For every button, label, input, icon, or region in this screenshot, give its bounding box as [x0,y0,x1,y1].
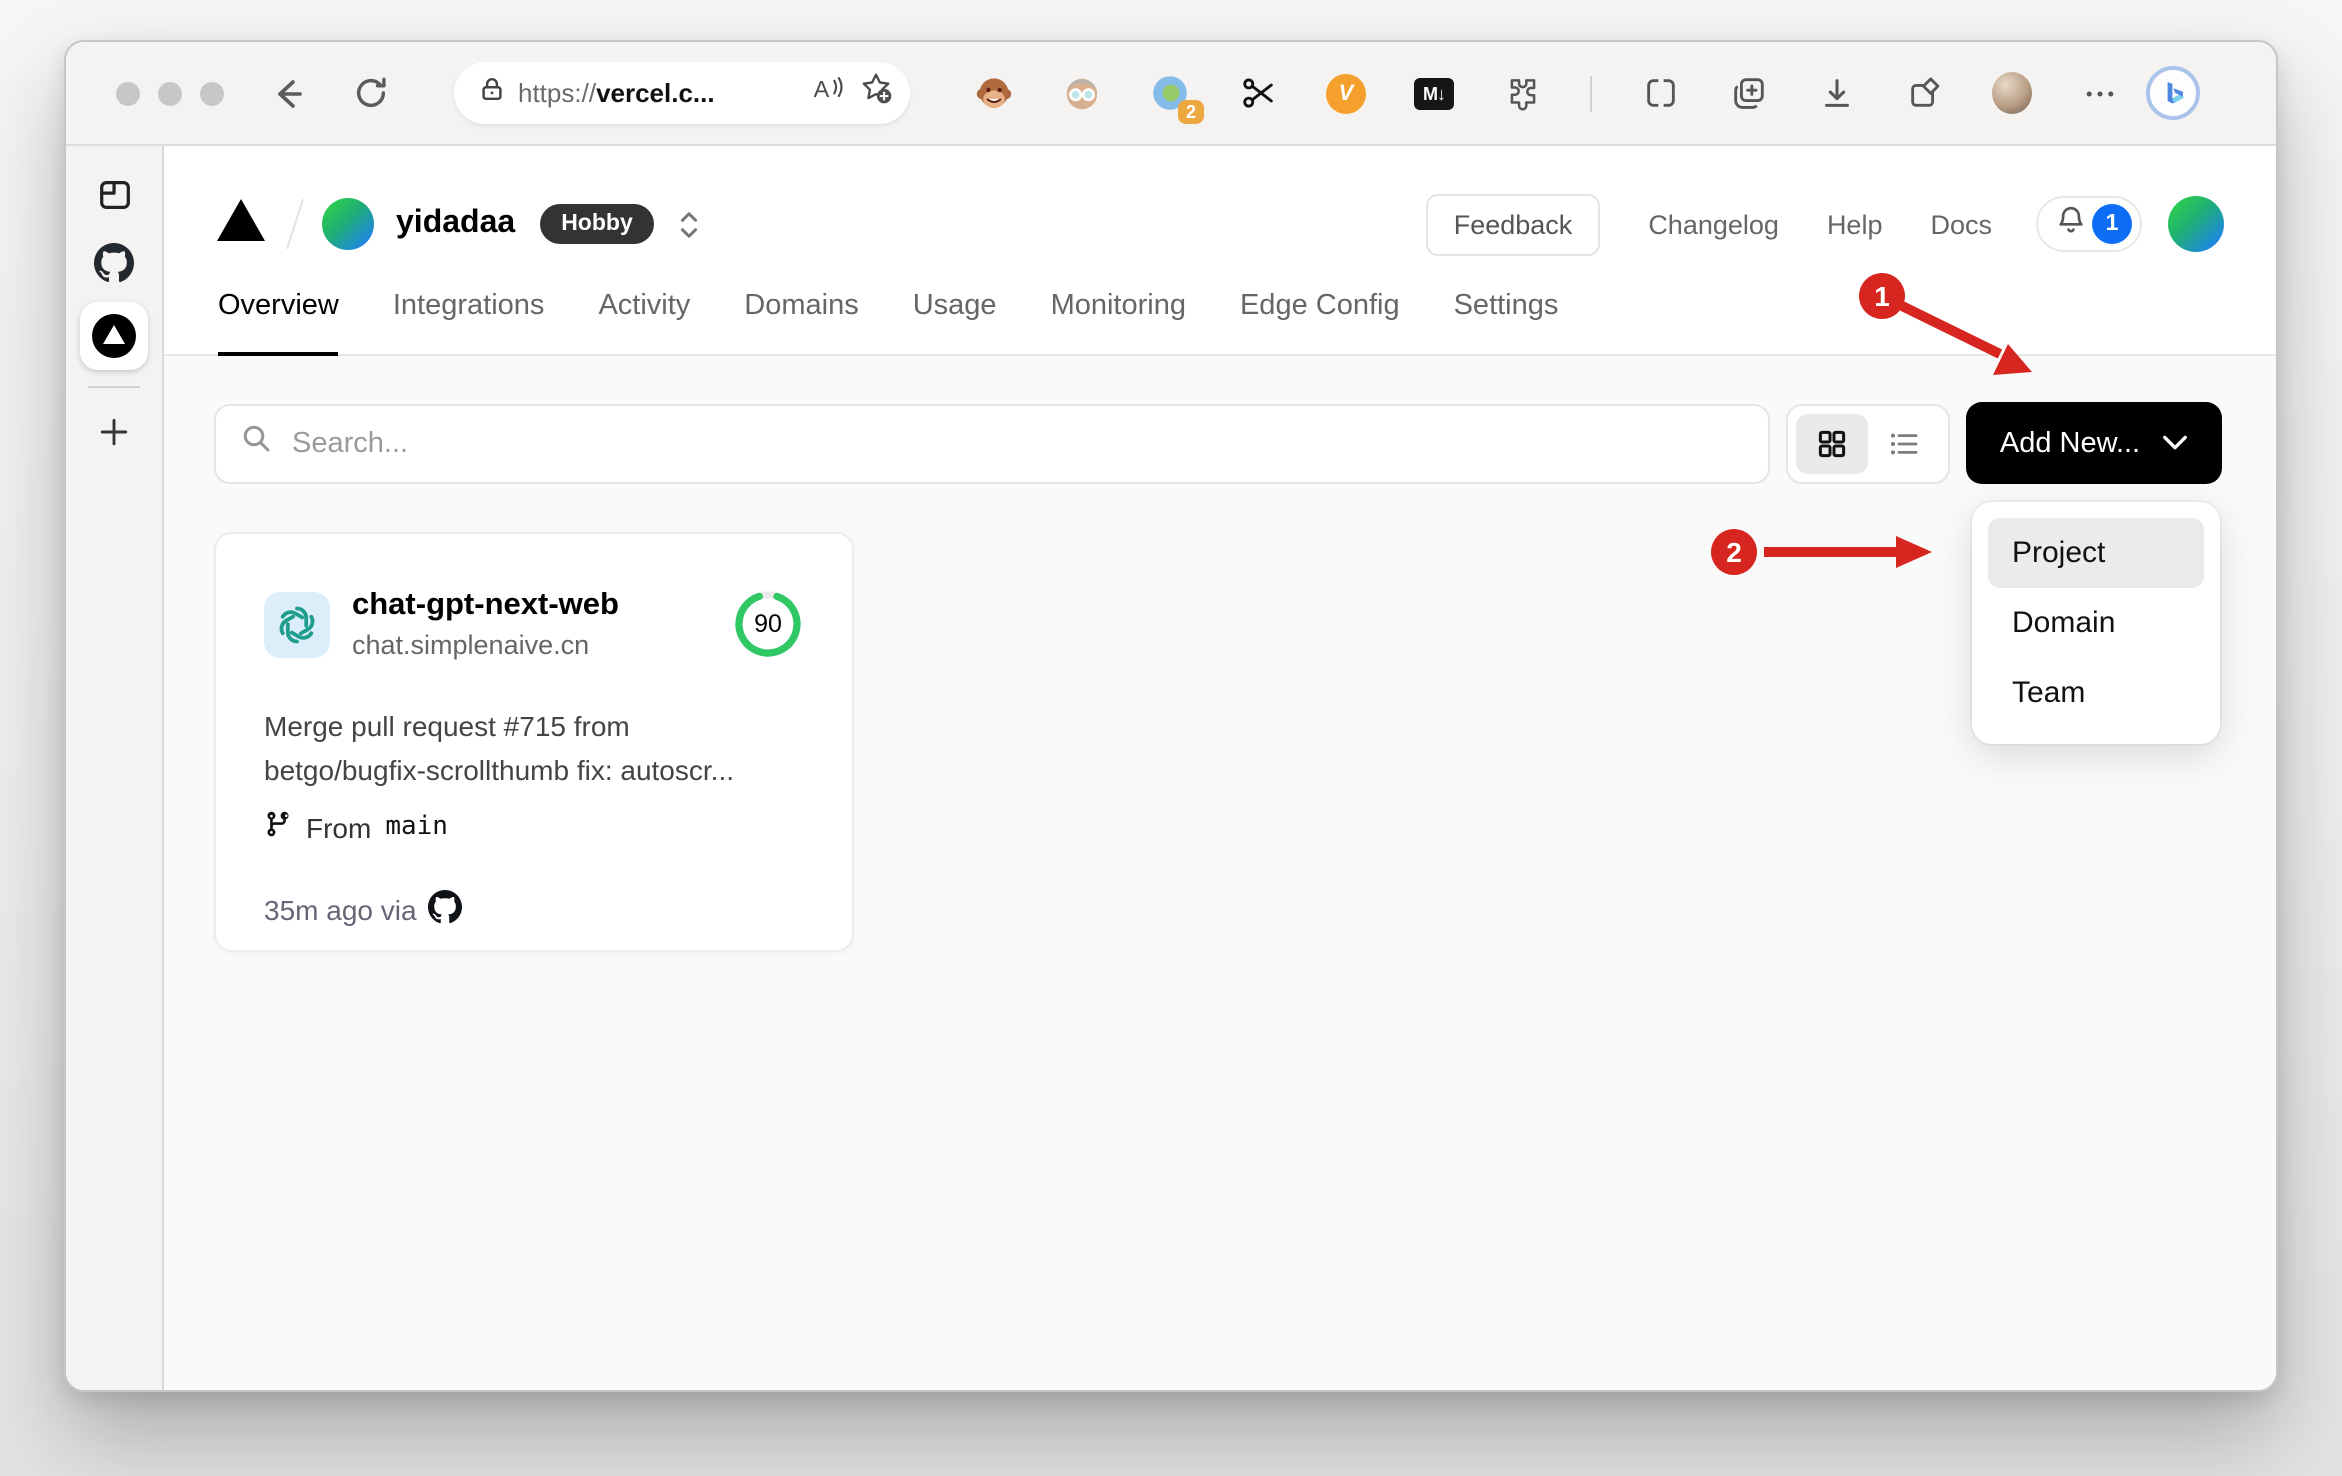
collections-icon[interactable] [1904,73,1944,113]
git-branch-icon [264,810,292,844]
dashboard-tabs: Overview Integrations Activity Domains U… [164,278,2276,356]
tab-integrations[interactable]: Integrations [393,278,545,356]
extensions-puzzle-icon[interactable] [1502,73,1542,113]
add-new-menu: Project Domain Team [1972,502,2220,744]
minimize-window-button[interactable] [158,81,182,105]
markdown-extension-icon[interactable]: M↓ [1414,73,1454,113]
scissors-extension-icon[interactable] [1238,73,1278,113]
project-name[interactable]: chat-gpt-next-web [352,588,619,624]
tab-domains[interactable]: Domains [744,278,858,356]
search-box [214,403,1770,483]
copy-add-icon[interactable] [1728,73,1768,113]
breadcrumb-slash [286,198,304,250]
view-toggle [1786,403,1950,483]
feedback-button[interactable]: Feedback [1425,193,1601,255]
chevron-down-icon [2162,427,2188,459]
controls-row: Add New... [214,402,2222,484]
new-tab-button[interactable] [94,412,134,452]
window-controls [116,81,224,105]
commit-message[interactable]: Merge pull request #715 from betgo/bugfi… [264,704,804,792]
deploy-row: 35m ago via [264,890,804,930]
vercel-dashboard: yidadaa Hobby Feedback Changelog Help Do… [164,146,2276,1390]
person-glasses-extension-icon[interactable] [1062,73,1102,113]
notification-count-badge: 1 [2092,204,2132,244]
back-button[interactable] [268,73,308,113]
downloads-icon[interactable] [1816,73,1856,113]
close-window-button[interactable] [116,81,140,105]
user-avatar[interactable] [2168,196,2224,252]
team-avatar[interactable] [322,198,374,250]
v-extension-icon[interactable]: V [1326,73,1366,113]
list-view-button[interactable] [1868,413,1940,473]
branch-name[interactable]: main [385,812,448,842]
menu-item-domain[interactable]: Domain [1988,588,2204,658]
search-icon [240,422,272,464]
add-new-button[interactable]: Add New... [1966,402,2222,484]
team-name[interactable]: yidadaa [396,206,515,242]
address-bar[interactable]: https://vercel.c... A [454,62,910,124]
plan-badge: Hobby [539,204,655,244]
notifications-button[interactable]: 1 [2036,196,2142,252]
profile-avatar[interactable] [1992,72,2032,114]
menu-item-project[interactable]: Project [1988,518,2204,588]
deploy-time: 35m ago via [264,894,417,926]
logo-row: yidadaa Hobby Feedback Changelog Help Do… [164,146,2276,278]
project-domain[interactable]: chat.simplenaive.cn [352,630,619,660]
changelog-link[interactable]: Changelog [1648,209,1779,239]
lock-icon [478,73,506,113]
badge-extension-icon[interactable]: 2 [1150,73,1204,123]
bing-chat-icon[interactable] [2146,66,2200,120]
add-favorite-icon[interactable] [858,70,894,116]
browser-body: yidadaa Hobby Feedback Changelog Help Do… [66,146,2276,1390]
split-screen-icon[interactable] [1640,73,1680,113]
score-ring[interactable]: 90 [732,588,804,660]
vercel-tab-active[interactable] [80,302,148,370]
svg-text:2: 2 [1726,537,1742,568]
extension-badge: 2 [1177,99,1204,123]
branch-label: From [306,811,372,843]
bell-icon [2056,203,2086,245]
annotation-arrow-2: 2 [1711,529,1932,575]
zoom-window-button[interactable] [200,81,224,105]
desktop: https://vercel.c... A 2 V M↓ yidadaa Hob… [0,0,2342,1476]
header-actions: Feedback Changelog Help Docs 1 [1425,193,2224,255]
url-text: https://vercel.c... [518,78,715,108]
refresh-button[interactable] [352,74,390,112]
project-card[interactable]: chat-gpt-next-web chat.simplenaive.cn 90 [214,532,854,952]
vertical-tabs-sidebar [66,146,164,1390]
menu-item-team[interactable]: Team [1988,658,2204,728]
read-aloud-icon[interactable]: A [810,72,846,114]
svg-text:A: A [814,76,830,102]
github-tab-favicon[interactable] [94,242,134,282]
browser-toolbar: https://vercel.c... A 2 V M↓ [66,42,2276,146]
help-link[interactable]: Help [1827,209,1883,239]
sidebar-divider [88,386,140,388]
docs-link[interactable]: Docs [1930,209,1992,239]
search-input[interactable] [292,427,1744,459]
dashboard-header: yidadaa Hobby Feedback Changelog Help Do… [164,146,2276,356]
project-card-header: chat-gpt-next-web chat.simplenaive.cn 90 [264,588,804,660]
score-value: 90 [754,610,782,638]
extensions-row: 2 V M↓ [974,72,2120,123]
grid-view-button[interactable] [1796,413,1868,473]
project-card-titles: chat-gpt-next-web chat.simplenaive.cn [352,588,619,660]
team-switcher-icon[interactable] [675,207,705,241]
tab-overview[interactable]: Overview [218,278,340,356]
tab-usage[interactable]: Usage [913,278,997,356]
branch-row: From main [264,810,804,844]
vercel-logo-icon[interactable] [216,197,266,251]
tab-activity[interactable]: Activity [598,278,690,356]
tab-monitoring[interactable]: Monitoring [1051,278,1186,356]
openai-project-icon [264,591,330,657]
browser-window: https://vercel.c... A 2 V M↓ yidadaa Hob… [64,40,2278,1392]
tab-settings[interactable]: Settings [1454,278,1559,356]
more-menu-icon[interactable] [2080,73,2120,113]
github-icon [428,890,463,930]
monkey-extension-icon[interactable] [974,73,1014,113]
tab-actions-icon[interactable] [94,174,134,214]
toolbar-divider [1590,75,1592,111]
tab-edge-config[interactable]: Edge Config [1240,278,1400,356]
